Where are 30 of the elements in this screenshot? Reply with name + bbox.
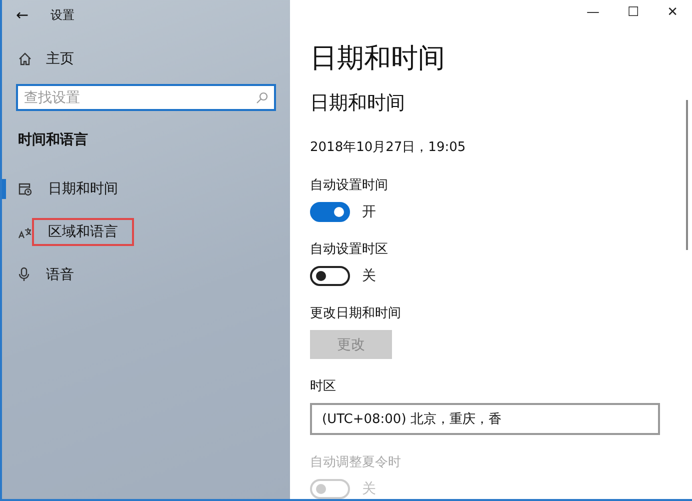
scroll-bar[interactable] <box>686 100 688 250</box>
toggle-state: 开 <box>362 203 376 221</box>
maximize-button[interactable]: ☐ <box>627 4 640 20</box>
toggle-switch[interactable] <box>310 202 350 222</box>
microphone-icon <box>18 267 30 282</box>
calendar-clock-icon <box>18 182 32 196</box>
home-icon <box>18 52 32 66</box>
window-title: 设置 <box>50 6 75 24</box>
setting-label: 时区 <box>310 378 337 395</box>
setting-label: 更改日期和时间 <box>310 305 402 322</box>
search-icon <box>256 92 268 104</box>
section-heading: 日期和时间 <box>310 91 406 116</box>
toggle-state: 关 <box>362 480 376 498</box>
page-title: 日期和时间 <box>310 42 446 76</box>
setting-label: 自动设置时间 <box>310 177 389 194</box>
time-zone-dropdown[interactable]: (UTC+08:00) 北京，重庆，香 <box>310 403 660 435</box>
toggle-state: 关 <box>362 267 376 285</box>
sidebar-item[interactable]: 日期和时间 <box>2 167 290 210</box>
current-date-time: 2018年10月27日，19:05 <box>310 139 467 156</box>
home-link[interactable]: 主页 <box>18 50 290 68</box>
toggle-switch[interactable] <box>310 266 350 286</box>
sidebar-item[interactable]: 区域和语言 <box>2 210 290 253</box>
sidebar-item[interactable]: 语音 <box>2 253 290 296</box>
setting-label: 自动设置时区 <box>310 241 389 258</box>
back-button[interactable]: ← <box>16 6 29 24</box>
minimize-button[interactable]: — <box>586 4 600 20</box>
search-field[interactable]: 查找设置 <box>16 84 276 111</box>
section-heading: 时间和语言 <box>18 131 89 149</box>
close-button[interactable]: ✕ <box>667 4 678 20</box>
setting-label: 自动调整夏令时 <box>310 454 402 471</box>
